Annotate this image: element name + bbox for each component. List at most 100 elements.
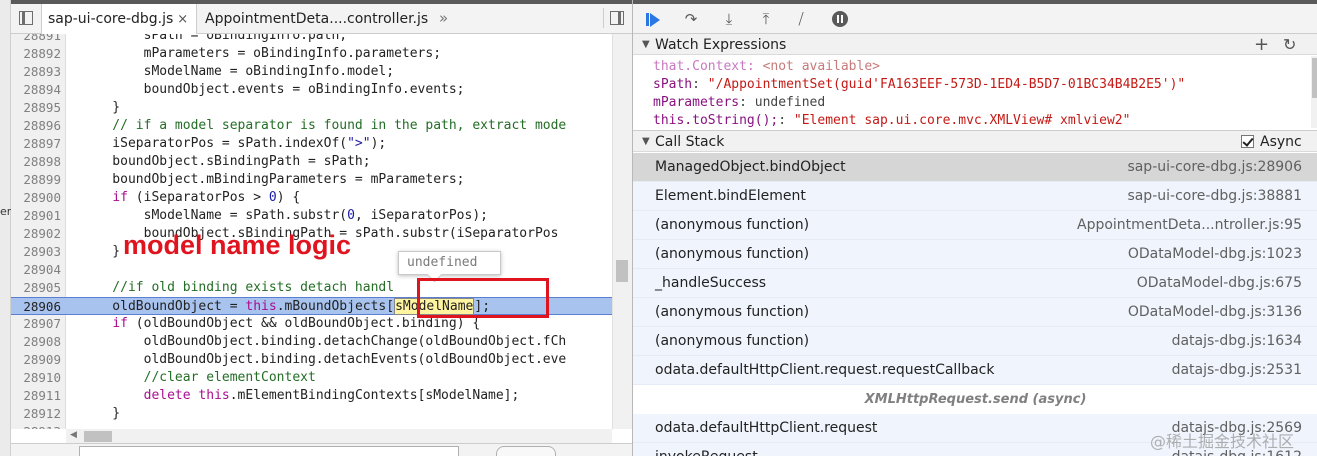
scrollbar-thumb[interactable] (616, 260, 628, 282)
frame-location-link[interactable]: datajs-dbg.js:2531 (1172, 356, 1302, 385)
code-line[interactable]: 28897 iSeparatorPos = sPath.indexOf(">")… (11, 135, 612, 153)
scroll-left-icon[interactable]: ◀ (70, 430, 77, 440)
watch-separator: : (778, 113, 794, 128)
call-frame[interactable]: _handleSuccess ODataModel-dbg.js:675 (633, 269, 1317, 298)
toggle-debugger-icon[interactable] (610, 11, 624, 25)
code-line[interactable]: 28892 mParameters = oBindingInfo.paramet… (11, 45, 612, 63)
call-stack-header[interactable]: ▼ Call Stack Async (633, 130, 1317, 152)
frame-function-name: (anonymous function) (655, 304, 810, 320)
watch-row[interactable]: this.toString();: "Element sap.ui.core.m… (653, 112, 1130, 128)
line-number[interactable]: 28900 (11, 189, 61, 207)
watch-row[interactable]: sPath: "/AppointmentSet(guid'FA163EEF-57… (653, 76, 1185, 94)
code-line[interactable]: 28894 boundObject.events = oBindingInfo.… (11, 81, 612, 99)
line-number[interactable]: 28913 (11, 423, 61, 429)
expand-triangle-icon[interactable]: ▼ (642, 34, 650, 56)
frame-location-link[interactable]: AppointmentDeta...ntroller.js:95 (1077, 211, 1302, 240)
editor-footer (11, 443, 632, 456)
code-line[interactable]: 28893 sModelName = oBindingInfo.model; (11, 63, 612, 81)
frame-location-link[interactable]: ODataModel-dbg.js:3136 (1128, 298, 1302, 327)
line-number[interactable]: 28906 (11, 298, 61, 316)
code-text: sModelName = sPath.substr(0, iSeparatorP… (81, 207, 488, 225)
footer-search-input[interactable] (79, 446, 459, 456)
code-line[interactable]: 28900 if (iSeparatorPos > 0) { (11, 189, 612, 207)
watch-scrollbar[interactable] (1311, 56, 1317, 128)
step-into-icon[interactable]: ⤓ (717, 8, 741, 30)
line-number[interactable]: 28894 (11, 81, 61, 99)
frame-location-link[interactable]: ODataModel-dbg.js:1023 (1128, 240, 1302, 269)
line-number[interactable]: 28910 (11, 369, 61, 387)
add-expression-icon[interactable]: + (1254, 34, 1269, 56)
scrollbar-thumb[interactable] (1312, 58, 1317, 98)
line-number[interactable]: 28912 (11, 405, 61, 423)
code-line[interactable]: 28898 boundObject.sBindingPath = sPath; (11, 153, 612, 171)
watch-row[interactable]: that.Context: <not available> (653, 58, 880, 76)
call-frame[interactable]: (anonymous function) datajs-dbg.js:1634 (633, 327, 1317, 356)
toggle-navigator-icon[interactable] (19, 11, 33, 25)
scrollbar-thumb[interactable] (84, 431, 112, 442)
code-line[interactable]: 28911 delete this.mElementBindingContext… (11, 387, 612, 405)
tabs-overflow-icon[interactable]: » (439, 9, 448, 27)
line-number[interactable]: 28902 (11, 225, 61, 243)
call-frame[interactable]: odata.defaultHttpClient.request.requestC… (633, 356, 1317, 385)
line-number[interactable]: 28893 (11, 63, 61, 81)
frame-function-name: odata.defaultHttpClient.request.requestC… (655, 362, 995, 378)
line-number[interactable]: 28891 (11, 34, 61, 45)
line-number[interactable]: 28909 (11, 351, 61, 369)
line-number[interactable]: 28901 (11, 207, 61, 225)
code-text: //clear elementContext (81, 369, 316, 387)
sources-panel: er sap-ui-core-dbg.js × AppointmentDeta..… (0, 0, 632, 456)
line-number[interactable]: 28903 (11, 243, 61, 261)
step-out-icon[interactable]: ⤒ (754, 8, 778, 30)
frame-location-link[interactable]: sap-ui-core-dbg.js:28906 (1127, 153, 1302, 182)
watch-row[interactable]: mParameters: undefined (653, 94, 825, 112)
editor-vertical-scrollbar[interactable] (612, 34, 632, 429)
line-number[interactable]: 28911 (11, 387, 61, 405)
watch-expressions-list: that.Context: <not available> sPath: "/Ap… (633, 56, 1311, 128)
code-line[interactable]: 28904 (11, 261, 612, 279)
expand-triangle-icon[interactable]: ▼ (642, 131, 650, 153)
code-line[interactable]: 28891 sPath = oBindingInfo.path; (11, 34, 612, 45)
frame-location-link[interactable]: ODataModel-dbg.js:675 (1137, 269, 1302, 298)
frame-location-link[interactable]: datajs-dbg.js:1634 (1172, 327, 1302, 356)
line-number[interactable]: 28897 (11, 135, 61, 153)
tab-sap-ui-core-dbg[interactable]: sap-ui-core-dbg.js × (41, 4, 197, 34)
step-over-icon[interactable]: ↷ (679, 8, 703, 30)
frame-location-link[interactable]: sap-ui-core-dbg.js:38881 (1127, 182, 1302, 211)
tab-appointment-controller[interactable]: AppointmentDeta....controller.js (199, 4, 428, 34)
line-number[interactable]: 28907 (11, 315, 61, 333)
watch-expressions-header[interactable]: ▼ Watch Expressions + ↻ (633, 33, 1317, 55)
footer-button[interactable] (496, 446, 556, 456)
pause-on-exceptions-icon[interactable] (828, 8, 852, 30)
navigator-edge[interactable]: er (0, 0, 11, 456)
code-line[interactable]: 28901 sModelName = sPath.substr(0, iSepa… (11, 207, 612, 225)
code-line[interactable]: 28896 // if a model separator is found i… (11, 117, 612, 135)
line-number[interactable]: 28905 (11, 279, 61, 297)
resume-icon[interactable] (641, 8, 665, 30)
line-number[interactable]: 28908 (11, 333, 61, 351)
line-number[interactable]: 28895 (11, 99, 61, 117)
call-frame-selected[interactable]: ManagedObject.bindObject sap-ui-core-dbg.… (633, 153, 1317, 182)
call-frame[interactable]: (anonymous function) AppointmentDeta...nt… (633, 211, 1317, 240)
call-frame[interactable]: (anonymous function) ODataModel-dbg.js:31… (633, 298, 1317, 327)
refresh-icon[interactable]: ↻ (1283, 34, 1296, 56)
code-line[interactable]: 28899 boundObject.mBindingParameters = m… (11, 171, 612, 189)
code-line[interactable]: 28910 //clear elementContext (11, 369, 612, 387)
editor-horizontal-scrollbar[interactable] (66, 429, 612, 443)
deactivate-breakpoints-icon[interactable]: ⧸ (789, 8, 813, 30)
code-line[interactable]: 28908 oldBoundObject.binding.detachChang… (11, 333, 612, 351)
async-checkbox[interactable] (1241, 135, 1254, 148)
line-number[interactable]: 28896 (11, 117, 61, 135)
line-number[interactable]: 28898 (11, 153, 61, 171)
close-icon[interactable]: × (177, 12, 188, 27)
line-number[interactable]: 28899 (11, 171, 61, 189)
call-frame[interactable]: Element.bindElement sap-ui-core-dbg.js:38… (633, 182, 1317, 211)
code-line[interactable]: 28909 oldBoundObject.binding.detachEvent… (11, 351, 612, 369)
code-token: (oldBoundObject && oldBoundObject.bindin… (127, 316, 481, 331)
code-token: oldBoundObject = (81, 299, 246, 314)
line-number[interactable]: 28892 (11, 45, 61, 63)
line-number[interactable]: 28904 (11, 261, 61, 279)
code-line[interactable]: 28895 } (11, 99, 612, 117)
code-line[interactable]: 28912 } (11, 405, 612, 423)
call-frame[interactable]: (anonymous function) ODataModel-dbg.js:10… (633, 240, 1317, 269)
